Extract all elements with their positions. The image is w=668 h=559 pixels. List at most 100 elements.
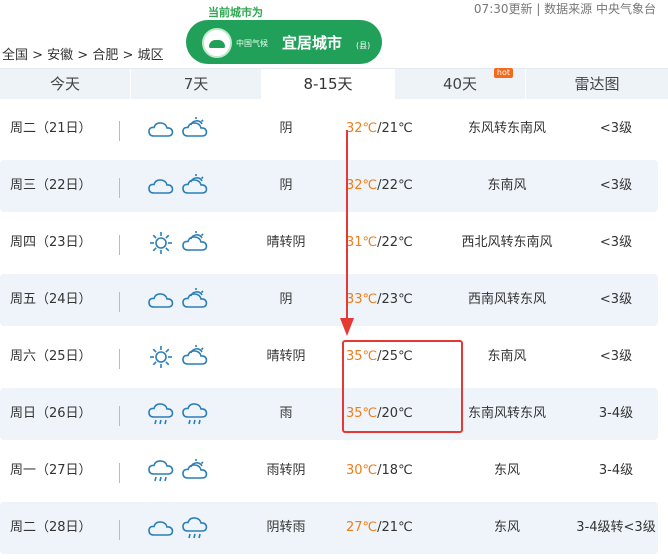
low-temp: /18℃ xyxy=(377,463,413,478)
weather-desc: 阴 xyxy=(279,292,293,307)
banner-tagline: 当前城市为 xyxy=(208,6,263,19)
tab-8-15days[interactable]: 8-15天 xyxy=(262,69,395,99)
forecast-row: 周一（27日） 雨转阴 30℃/18℃ 东风 3-4级 xyxy=(0,445,658,497)
red-arrow xyxy=(340,130,354,336)
climate-logo-icon xyxy=(202,28,232,58)
divider xyxy=(119,292,120,312)
divider xyxy=(119,520,120,540)
weather-desc: 阴 xyxy=(279,121,293,136)
rain-icon xyxy=(180,516,214,538)
divider xyxy=(119,235,120,255)
divider xyxy=(119,178,120,198)
forecast-row: 周六（25日） 晴转阴 35℃/25℃ 东南风 <3级 xyxy=(0,331,658,383)
wind-direction: 西南风转东风 xyxy=(467,292,546,307)
wind-direction: 东风转东南风 xyxy=(467,121,546,136)
partly-cloudy-icon xyxy=(180,287,214,308)
wind-level: <3级 xyxy=(599,349,633,364)
wind-direction: 东南风 xyxy=(487,349,527,364)
weather-desc: 晴转阴 xyxy=(266,349,306,364)
temperature: 32℃/22℃ xyxy=(346,160,436,212)
tab-40days[interactable]: 40天 hot xyxy=(395,68,526,99)
temperature: 33℃/23℃ xyxy=(346,274,436,326)
tab-label: 今天 xyxy=(49,75,80,93)
weather-desc: 雨 xyxy=(279,406,293,421)
weather-icons xyxy=(146,274,216,326)
forecast-row: 周日（26日）雨 35℃/20℃ 东南风转东风 3-4级 xyxy=(0,388,658,440)
wind-level: <3级 xyxy=(599,292,633,307)
cloudy-icon xyxy=(146,121,180,137)
weather-icons xyxy=(146,502,216,554)
temperature: 30℃/18℃ xyxy=(346,445,436,497)
rain-icon xyxy=(146,402,180,424)
update-info: 07:30更新 | 数据来源 中央气象台 xyxy=(473,2,656,16)
weather-desc: 阴转雨 xyxy=(266,520,306,535)
forecast-row: 周二（21日） 阴 32℃/21℃ 东风转东南风 <3级 xyxy=(0,103,658,155)
weather-icons xyxy=(146,445,216,497)
weather-desc: 晴转阴 xyxy=(266,235,306,250)
high-temp: 30℃ xyxy=(346,463,378,478)
banner-main-text: 宜居城市 xyxy=(282,34,343,52)
wind-level: <3级 xyxy=(599,121,633,136)
forecast-row: 周二（28日） 阴转雨 27℃/21℃ 东风 3-4级转<3级 xyxy=(0,502,658,554)
day-label: 周四（23日） xyxy=(10,235,92,250)
weather-icons xyxy=(146,160,216,212)
weather-desc: 阴 xyxy=(279,178,293,193)
sunny-icon xyxy=(146,345,180,368)
partly-cloudy-icon xyxy=(180,344,214,365)
tab-label: 40天 xyxy=(442,75,478,93)
day-label: 周二（28日） xyxy=(10,520,92,535)
cloudy-icon xyxy=(146,520,180,536)
day-label: 周六（25日） xyxy=(10,349,92,364)
tab-label: 7天 xyxy=(183,75,209,93)
wind-direction: 东南风 xyxy=(487,178,527,193)
partly-cloudy-icon xyxy=(180,173,214,194)
banner-sub-text: 中国气候 xyxy=(236,39,268,48)
partly-cloudy-icon xyxy=(180,230,214,251)
partly-cloudy-icon xyxy=(180,116,214,137)
wind-level: <3级 xyxy=(599,178,633,193)
rain-icon xyxy=(146,459,180,481)
tab-7days[interactable]: 7天 xyxy=(131,69,262,99)
low-temp: /21℃ xyxy=(377,520,413,535)
highlight-box xyxy=(342,340,463,433)
weather-desc: 雨转阴 xyxy=(266,463,306,478)
banner-paren-text: (县) xyxy=(356,41,371,50)
low-temp: /22℃ xyxy=(377,235,413,250)
hot-badge: hot xyxy=(493,68,513,78)
forecast-row: 周五（24日） 阴 33℃/23℃ 西南风转东风 <3级 xyxy=(0,274,658,326)
divider xyxy=(119,349,120,369)
day-label: 周五（24日） xyxy=(10,292,92,307)
wind-level: 3-4级 xyxy=(598,463,634,478)
livable-city-banner[interactable]: 当前城市为 中国气候 宜居城市 (县) xyxy=(186,4,382,64)
day-label: 周三（22日） xyxy=(10,178,92,193)
wind-level: 3-4级 xyxy=(598,406,634,421)
forecast-list: 周二（21日）阴 32℃/21℃ 东风转东南风 <3级 周三（22日）阴 32℃/22℃ 东… xyxy=(0,103,658,559)
high-temp: 27℃ xyxy=(346,520,378,535)
forecast-tabs: 今天 7天 8-15天 40天 hot 雷达图 xyxy=(0,68,668,99)
forecast-row: 周三（22日） 阴 32℃/22℃ 东南风 <3级 xyxy=(0,160,658,212)
cloudy-icon xyxy=(146,178,180,194)
weather-icons xyxy=(146,331,216,383)
cloudy-icon xyxy=(146,292,180,308)
divider xyxy=(119,406,120,426)
wind-direction: 东南风转东风 xyxy=(467,406,546,421)
divider xyxy=(119,463,120,483)
temperature: 27℃/21℃ xyxy=(346,502,436,554)
low-temp: /22℃ xyxy=(377,178,413,193)
partly-cloudy-icon xyxy=(180,458,214,479)
breadcrumb[interactable]: 全国 > 安徽 > 合肥 > 城区 xyxy=(2,44,163,63)
wind-level: 3-4级转<3级 xyxy=(576,520,656,535)
wind-level: <3级 xyxy=(599,235,633,250)
forecast-row: 周四（23日） 晴转阴 31℃/22℃ 西北风转东南风 <3级 xyxy=(0,217,658,269)
tab-radar[interactable]: 雷达图 xyxy=(526,69,668,99)
tab-today[interactable]: 今天 xyxy=(0,69,131,99)
day-label: 周二（21日） xyxy=(10,121,92,136)
top-bar: 07:30更新 | 数据来源 中央气象台 全国 > 安徽 > 合肥 > 城区 当… xyxy=(0,0,668,68)
day-label: 周日（26日） xyxy=(10,406,92,421)
wind-direction: 西北风转东南风 xyxy=(461,235,553,250)
wind-direction: 东风 xyxy=(493,463,520,478)
weather-icons xyxy=(146,217,216,269)
low-temp: /23℃ xyxy=(377,292,413,307)
temperature: 32℃/21℃ xyxy=(346,103,436,155)
divider xyxy=(119,121,120,141)
